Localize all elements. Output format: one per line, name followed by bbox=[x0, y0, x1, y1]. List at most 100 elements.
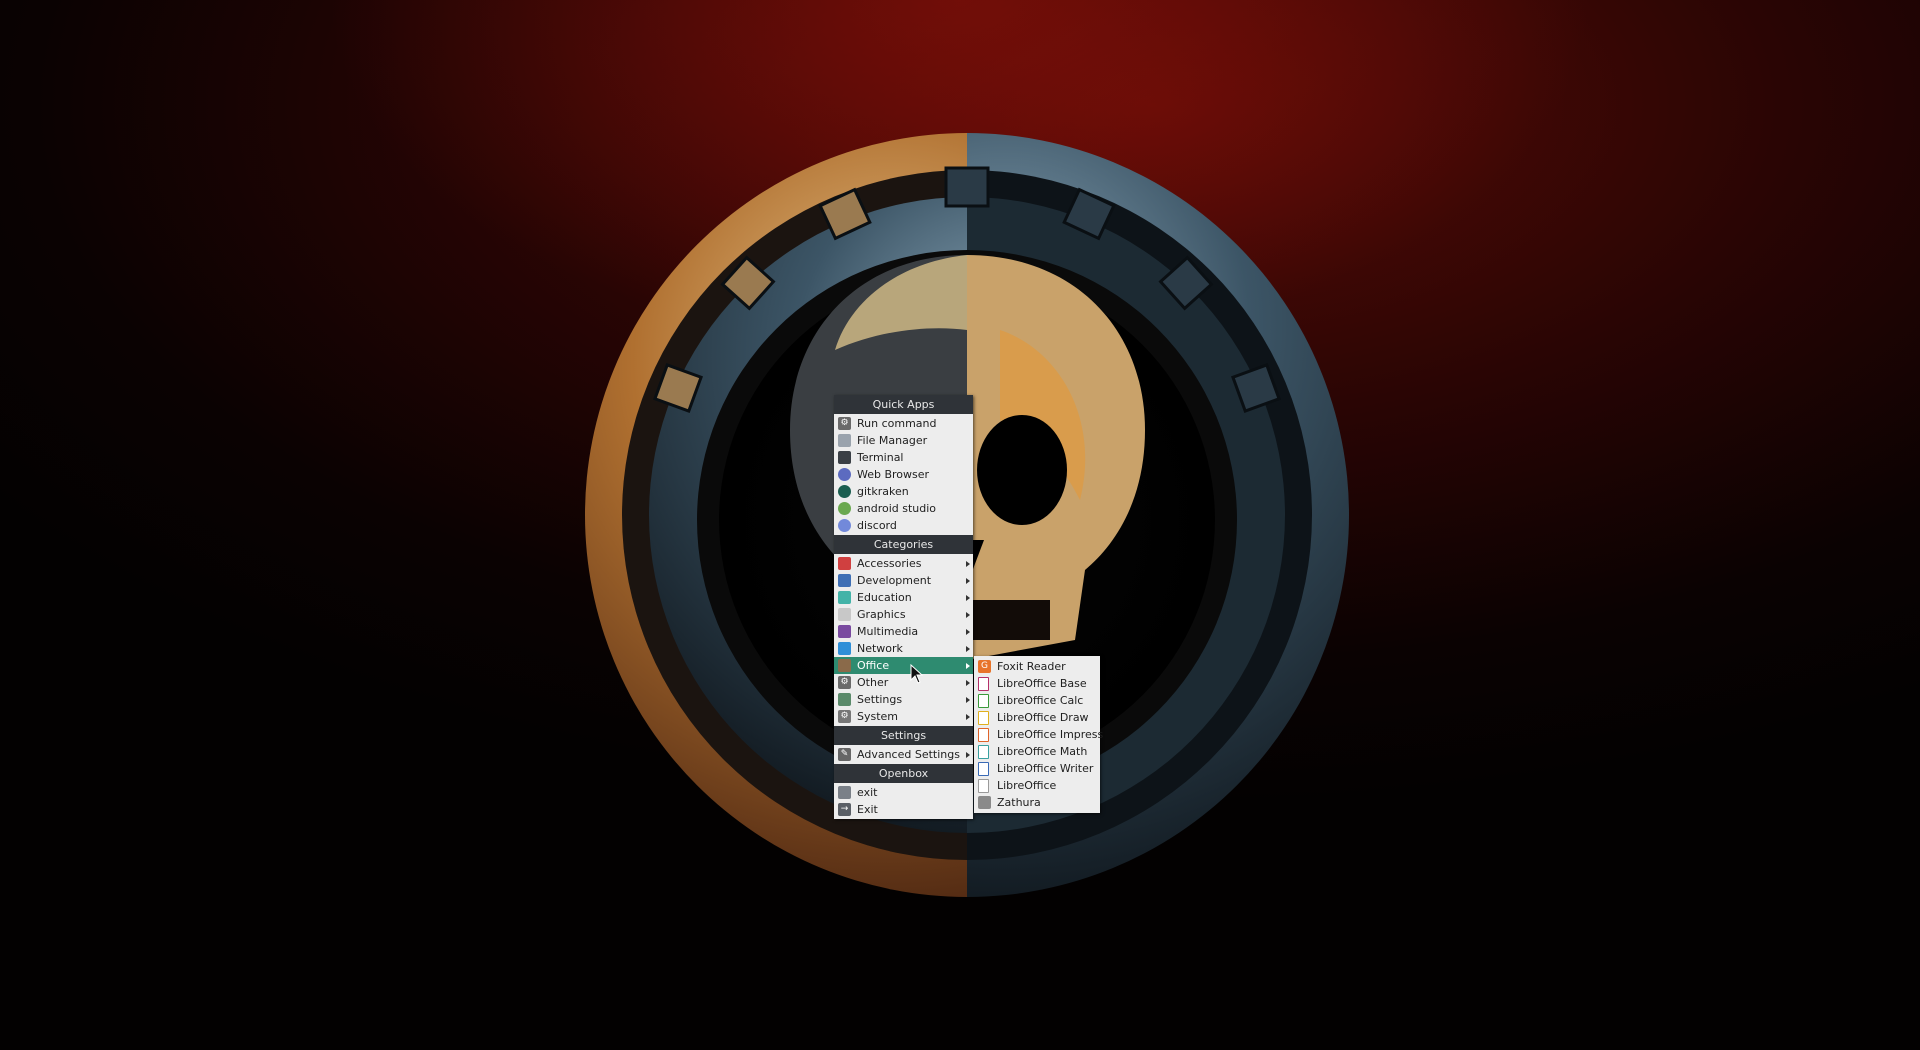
briefcase-icon bbox=[838, 659, 851, 672]
system-gear-icon: ⚙ bbox=[838, 710, 851, 723]
globe-icon bbox=[838, 468, 851, 481]
gears-icon: ⚙ bbox=[838, 417, 851, 430]
menu-item-gitkraken[interactable]: gitkraken bbox=[834, 483, 973, 500]
menu-item-label: LibreOffice Impress bbox=[997, 728, 1104, 741]
menu-item-android-studio[interactable]: android studio bbox=[834, 500, 973, 517]
quick-apps-header: Quick Apps bbox=[834, 395, 973, 414]
wrench-icon: ✎ bbox=[838, 748, 851, 761]
menu-item-label: Accessories bbox=[857, 557, 922, 570]
submenu-arrow-icon bbox=[966, 697, 970, 703]
menu-item-libreoffice-writer[interactable]: LibreOffice Writer bbox=[974, 760, 1100, 777]
menu-item-label: Foxit Reader bbox=[997, 660, 1066, 673]
menu-item-label: android studio bbox=[857, 502, 937, 515]
menu-item-discord[interactable]: discord bbox=[834, 517, 973, 534]
openbox-section: exit → Exit bbox=[834, 783, 973, 819]
settings-section: ✎ Advanced Settings bbox=[834, 745, 973, 764]
folder-icon bbox=[838, 434, 851, 447]
terminal-icon bbox=[838, 451, 851, 464]
menu-item-label: LibreOffice Math bbox=[997, 745, 1088, 758]
menu-item-advanced-settings[interactable]: ✎ Advanced Settings bbox=[834, 746, 973, 763]
submenu-arrow-icon bbox=[966, 646, 970, 652]
toolbox-icon bbox=[838, 557, 851, 570]
libreoffice-writer-icon bbox=[978, 762, 989, 776]
menu-item-system[interactable]: ⚙ System bbox=[834, 708, 973, 725]
menu-item-label: Multimedia bbox=[857, 625, 919, 638]
office-submenu: G Foxit Reader LibreOffice Base LibreOff… bbox=[974, 656, 1104, 813]
menu-item-label: Development bbox=[857, 574, 932, 587]
menu-item-development[interactable]: Development bbox=[834, 572, 973, 589]
libreoffice-impress-icon bbox=[978, 728, 989, 742]
menu-item-libreoffice-draw[interactable]: LibreOffice Draw bbox=[974, 709, 1100, 726]
menu-item-label: exit bbox=[857, 786, 878, 799]
menu-item-label: File Manager bbox=[857, 434, 928, 447]
submenu-arrow-icon bbox=[966, 561, 970, 567]
exit-icon: → bbox=[838, 803, 851, 816]
menu-item-label: Education bbox=[857, 591, 912, 604]
android-studio-icon bbox=[838, 502, 851, 515]
submenu-arrow-icon bbox=[966, 680, 970, 686]
submenu-arrow-icon bbox=[966, 595, 970, 601]
menu-item-terminal[interactable]: Terminal bbox=[834, 449, 973, 466]
palette-icon bbox=[838, 608, 851, 621]
menu-item-label: LibreOffice bbox=[997, 779, 1057, 792]
menu-item-label: Graphics bbox=[857, 608, 906, 621]
zathura-icon bbox=[978, 796, 991, 809]
categories-section: Accessories Development Education Graphi… bbox=[834, 554, 973, 726]
multimedia-icon bbox=[838, 625, 851, 638]
gitkraken-icon bbox=[838, 485, 851, 498]
menu-item-exit-lower[interactable]: exit bbox=[834, 784, 973, 801]
libreoffice-base-icon bbox=[978, 677, 989, 691]
menu-item-web-browser[interactable]: Web Browser bbox=[834, 466, 973, 483]
gear-icon: ⚙ bbox=[838, 676, 851, 689]
menu-item-settings[interactable]: Settings bbox=[834, 691, 973, 708]
menu-item-accessories[interactable]: Accessories bbox=[834, 555, 973, 572]
quick-apps-section: ⚙ Run command File Manager Terminal Web … bbox=[834, 414, 973, 535]
menu-item-label: Exit bbox=[857, 803, 878, 816]
openbox-header: Openbox bbox=[834, 764, 973, 783]
menu-item-libreoffice[interactable]: LibreOffice bbox=[974, 777, 1100, 794]
submenu-arrow-icon bbox=[966, 752, 970, 758]
menu-item-label: LibreOffice Calc bbox=[997, 694, 1084, 707]
submenu-arrow-icon bbox=[966, 629, 970, 635]
submenu-arrow-icon bbox=[966, 663, 970, 669]
menu-item-other[interactable]: ⚙ Other bbox=[834, 674, 973, 691]
desktop-wallpaper: Quick Apps ⚙ Run command File Manager Te… bbox=[0, 0, 1920, 1050]
menu-item-label: LibreOffice Draw bbox=[997, 711, 1089, 724]
menu-item-run-command[interactable]: ⚙ Run command bbox=[834, 415, 973, 432]
menu-item-label: gitkraken bbox=[857, 485, 909, 498]
menu-item-libreoffice-math[interactable]: LibreOffice Math bbox=[974, 743, 1100, 760]
settings-header: Settings bbox=[834, 726, 973, 745]
menu-item-label: Run command bbox=[857, 417, 937, 430]
logout-icon bbox=[838, 786, 851, 799]
mouse-pointer-icon bbox=[910, 664, 924, 684]
libreoffice-calc-icon bbox=[978, 694, 989, 708]
libreoffice-math-icon bbox=[978, 745, 989, 759]
menu-item-label: Network bbox=[857, 642, 903, 655]
menu-item-office[interactable]: Office bbox=[834, 657, 973, 674]
menu-item-label: LibreOffice Base bbox=[997, 677, 1087, 690]
menu-item-foxit-reader[interactable]: G Foxit Reader bbox=[974, 658, 1100, 675]
menu-item-label: Terminal bbox=[857, 451, 904, 464]
menu-item-label: Settings bbox=[857, 693, 903, 706]
openbox-root-menu: Quick Apps ⚙ Run command File Manager Te… bbox=[834, 395, 973, 819]
menu-item-network[interactable]: Network bbox=[834, 640, 973, 657]
submenu-arrow-icon bbox=[966, 578, 970, 584]
menu-item-label: Zathura bbox=[997, 796, 1041, 809]
menu-item-libreoffice-impress[interactable]: LibreOffice Impress bbox=[974, 726, 1104, 743]
menu-item-graphics[interactable]: Graphics bbox=[834, 606, 973, 623]
submenu-arrow-icon bbox=[966, 612, 970, 618]
menu-item-label: Web Browser bbox=[857, 468, 930, 481]
libreoffice-icon bbox=[978, 779, 989, 793]
menu-item-label: discord bbox=[857, 519, 897, 532]
menu-item-libreoffice-base[interactable]: LibreOffice Base bbox=[974, 675, 1100, 692]
menu-item-multimedia[interactable]: Multimedia bbox=[834, 623, 973, 640]
menu-item-zathura[interactable]: Zathura bbox=[974, 794, 1100, 811]
discord-icon bbox=[838, 519, 851, 532]
menu-item-file-manager[interactable]: File Manager bbox=[834, 432, 973, 449]
foxit-reader-icon: G bbox=[978, 660, 991, 673]
menu-item-education[interactable]: Education bbox=[834, 589, 973, 606]
menu-item-libreoffice-calc[interactable]: LibreOffice Calc bbox=[974, 692, 1100, 709]
menu-item-label: LibreOffice Writer bbox=[997, 762, 1094, 775]
menu-item-exit[interactable]: → Exit bbox=[834, 801, 973, 818]
flask-icon bbox=[838, 591, 851, 604]
